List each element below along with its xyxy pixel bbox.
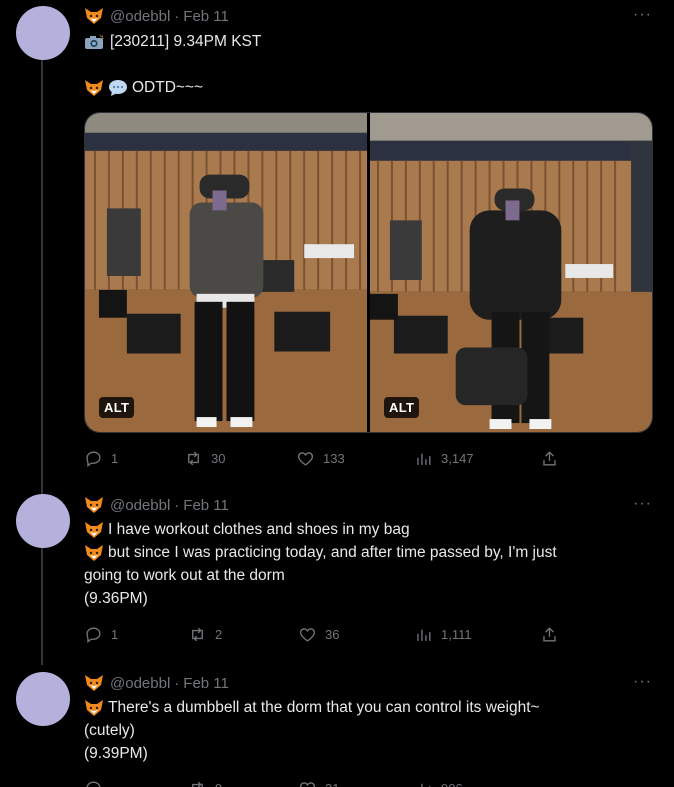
share-button[interactable] <box>540 625 559 644</box>
like-count: 21 <box>325 781 339 787</box>
views-button[interactable]: 906 <box>414 779 463 787</box>
fox-icon <box>84 79 104 97</box>
tweet-actions: 1 30 133 3,147 <box>84 446 564 470</box>
analytics-icon <box>421 783 431 787</box>
reply-count: 1 <box>111 626 119 642</box>
tweet-date[interactable]: Feb 11 <box>183 675 229 692</box>
like-count: 133 <box>323 450 345 466</box>
outfit-photo-puffer[interactable]: ALT <box>370 113 652 432</box>
view-count: 3,147 <box>441 450 474 466</box>
heart-icon <box>299 627 316 642</box>
retweet-count: 2 <box>215 626 223 642</box>
reply-button[interactable]: 1 <box>84 625 118 644</box>
avatar[interactable] <box>16 494 70 548</box>
tweet-line-1: There's a dumbbell at the dorm that you … <box>108 699 540 716</box>
alt-text-badge[interactable]: ALT <box>99 397 135 418</box>
retweet-count: 9 <box>215 781 222 787</box>
heart-icon <box>299 781 316 787</box>
reply-icon <box>86 780 101 787</box>
tweet-text: There's a dumbbell at the dorm that you … <box>84 696 644 765</box>
analytics-icon <box>417 629 431 641</box>
like-button[interactable]: 21 <box>298 779 339 787</box>
tweet-date[interactable]: Feb 11 <box>183 497 229 514</box>
like-button[interactable]: 133 <box>296 449 345 468</box>
share-button[interactable] <box>540 449 559 468</box>
author-handle[interactable]: @odebbl <box>110 675 170 692</box>
tweet-text: I have workout clothes and shoes in my b… <box>84 518 644 610</box>
tweet-line-2: (cutely) <box>84 722 135 739</box>
fox-icon <box>84 699 104 717</box>
retweet-icon <box>192 781 203 787</box>
avatar[interactable] <box>16 672 70 726</box>
tweet-line-2: but since I was practicing today, and af… <box>108 544 557 561</box>
view-count: 906 <box>441 781 463 787</box>
tweet-1[interactable]: @odebbl · Feb 11 ··· [230211] 9.34PM KST… <box>0 0 674 480</box>
fox-icon <box>84 496 104 514</box>
fox-icon <box>84 544 104 562</box>
reply-button[interactable]: 1 <box>84 449 118 468</box>
views-button[interactable]: 3,147 <box>414 449 474 468</box>
author-handle[interactable]: @odebbl <box>110 8 170 25</box>
views-button[interactable]: 1,111 <box>414 625 472 644</box>
tweet-2[interactable]: @odebbl · Feb 11 ··· I have workout clot… <box>0 480 674 658</box>
alt-text-badge[interactable]: ALT <box>384 397 420 418</box>
retweet-button[interactable]: 2 <box>188 625 222 644</box>
reply-button[interactable] <box>84 779 103 787</box>
tweet-text: [230211] 9.34PM KST ODTD~~~ <box>84 30 644 99</box>
separator: · <box>174 7 180 25</box>
tweet-line-1: [230211] 9.34PM KST <box>110 33 262 50</box>
more-options-button[interactable]: ··· <box>633 673 652 691</box>
retweet-button[interactable]: 9 <box>188 779 222 787</box>
camera-flash-icon <box>84 33 104 50</box>
analytics-icon <box>417 453 431 465</box>
retweet-count: 30 <box>211 450 226 466</box>
more-options-button[interactable]: ··· <box>633 6 652 24</box>
reply-icon <box>86 626 101 643</box>
view-count: 1,111 <box>441 626 472 642</box>
fox-icon <box>84 521 104 539</box>
heart-icon <box>297 451 314 466</box>
separator: · <box>174 496 180 514</box>
more-options-button[interactable]: ··· <box>633 495 652 513</box>
fox-icon <box>84 674 104 692</box>
separator: · <box>174 674 180 692</box>
tweet-3[interactable]: @odebbl · Feb 11 ··· There's a dumbbell … <box>0 658 674 787</box>
tweet-line-3: (9.39PM) <box>84 745 148 762</box>
like-count: 36 <box>325 626 340 642</box>
retweet-icon <box>192 627 203 641</box>
tweet-header: @odebbl · Feb 11 <box>84 7 229 25</box>
reply-icon <box>86 450 101 467</box>
reply-count: 1 <box>111 450 119 466</box>
media-grid[interactable]: ALT ALT <box>84 112 653 433</box>
share-icon <box>543 626 556 642</box>
retweet-button[interactable]: 30 <box>184 449 225 468</box>
tweet-header: @odebbl · Feb 11 <box>84 496 229 514</box>
tweet-line-1: I have workout clothes and shoes in my b… <box>108 521 410 538</box>
tweet-line-4: (9.36PM) <box>84 590 148 607</box>
outfit-photo-hoodie[interactable]: ALT <box>85 113 367 432</box>
avatar[interactable] <box>16 6 70 60</box>
tweet-line-3: going to work out at the dorm <box>84 567 285 584</box>
tweet-date[interactable]: Feb 11 <box>183 8 229 25</box>
speech-bubble-icon <box>108 79 128 97</box>
author-handle[interactable]: @odebbl <box>110 497 170 514</box>
tweet-actions: 9 21 906 <box>84 776 564 787</box>
share-icon <box>543 450 556 466</box>
tweet-actions: 1 2 36 1,111 <box>84 622 564 646</box>
fox-icon <box>84 7 104 25</box>
tweet-line-2: ODTD~~~ <box>132 79 204 96</box>
retweet-icon <box>188 451 199 465</box>
like-button[interactable]: 36 <box>298 625 339 644</box>
tweet-header: @odebbl · Feb 11 <box>84 674 229 692</box>
